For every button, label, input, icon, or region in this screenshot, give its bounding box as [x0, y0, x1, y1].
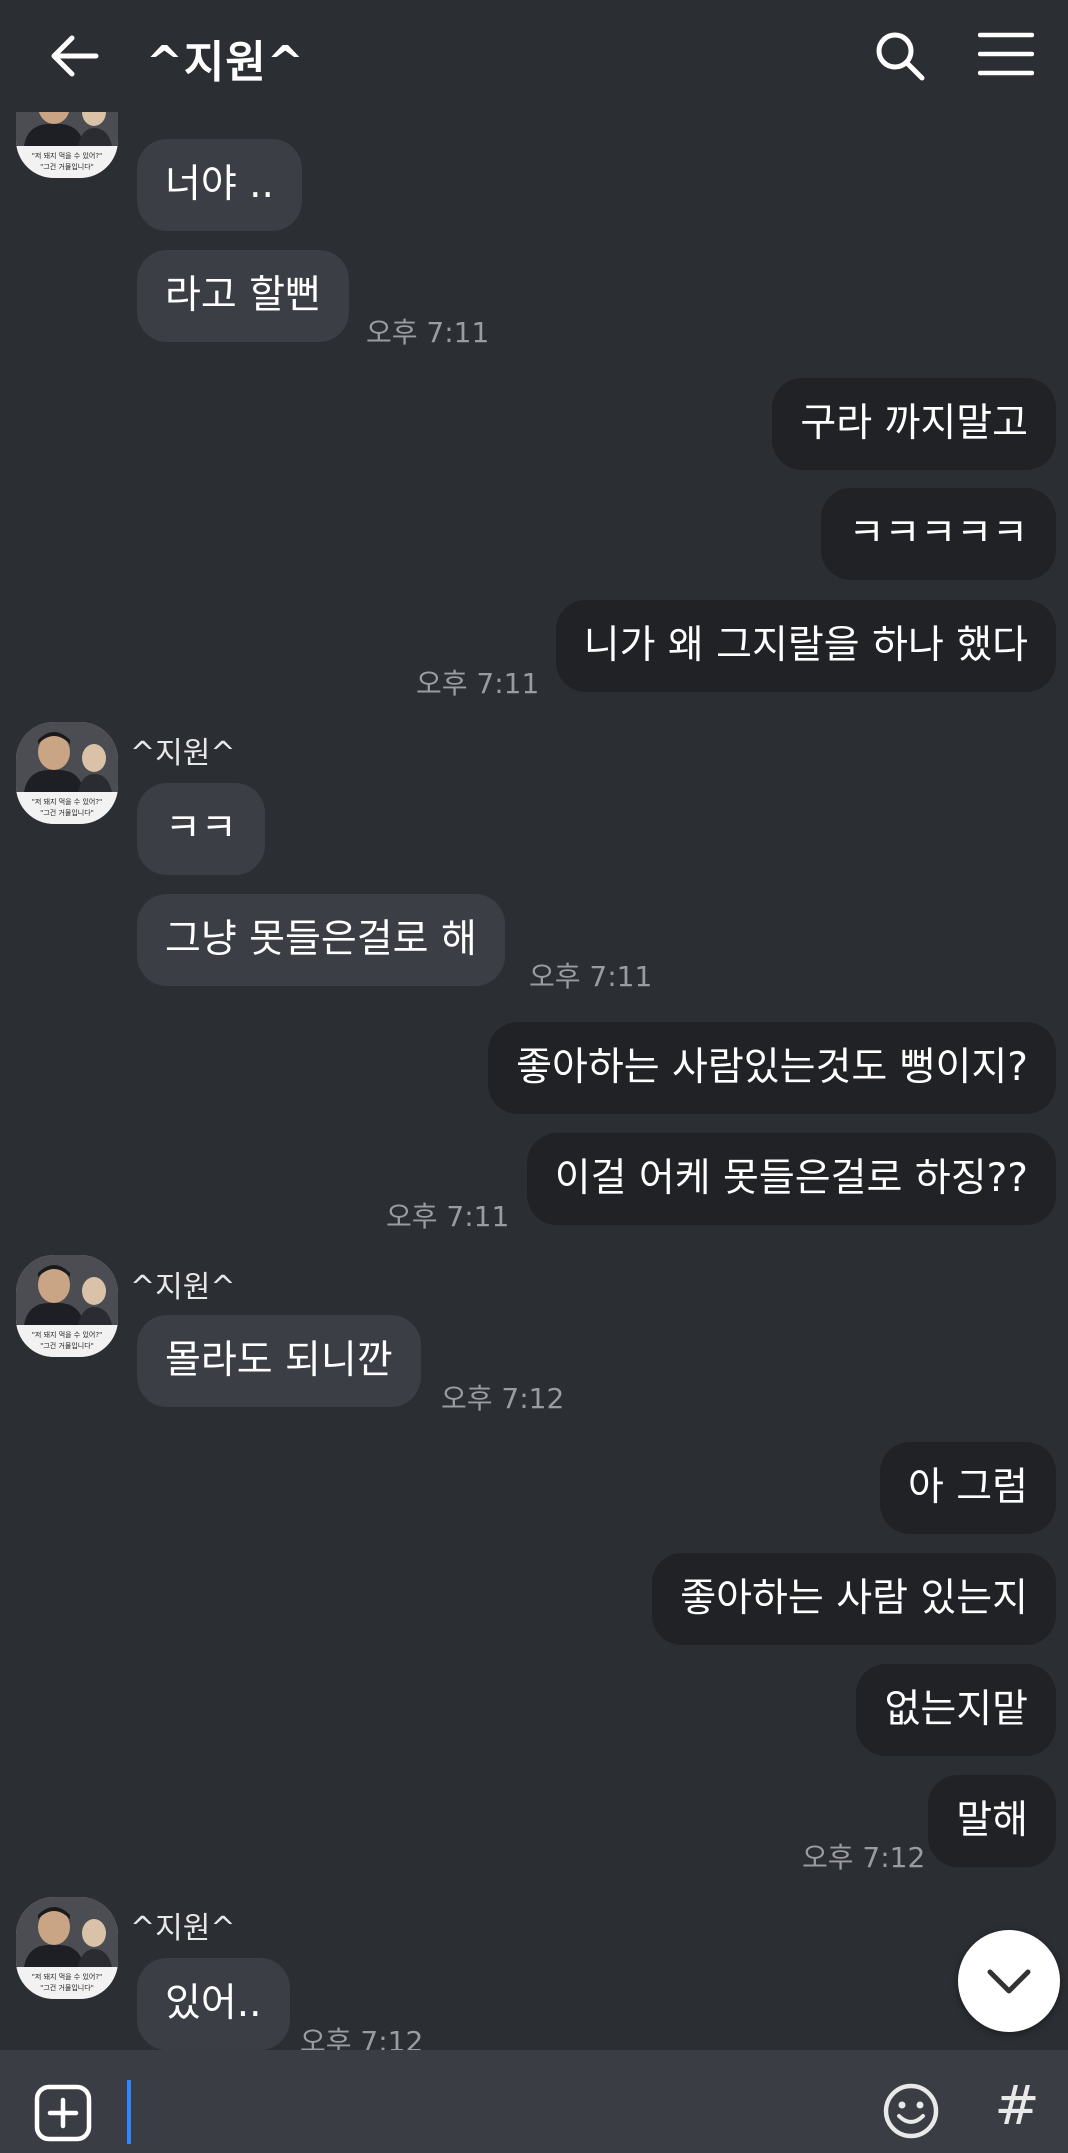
avatar-photo: "저 돼지 먹을 수 있어?" "그건 거물입니다": [16, 1255, 118, 1357]
message-time: 오후 7:12: [441, 1382, 565, 1415]
avatar-caption: "그건 거물입니다": [40, 1983, 94, 1992]
scroll-to-bottom-button[interactable]: [958, 1930, 1060, 2032]
avatar-caption: "저 돼지 먹을 수 있어?": [32, 797, 103, 806]
hashtag-icon[interactable]: #: [990, 2074, 1044, 2137]
outgoing-message[interactable]: 말해: [928, 1775, 1056, 1867]
message-time: 오후 7:11: [416, 667, 540, 700]
plus-square-icon[interactable]: [34, 2084, 92, 2142]
message-time: 오후 7:11: [529, 960, 653, 993]
avatar[interactable]: "저 돼지 먹을 수 있어?" "그건 거물입니다": [16, 1255, 118, 1357]
avatar-caption: "그건 거물입니다": [40, 162, 94, 171]
outgoing-message[interactable]: ㅋㅋㅋㅋㅋ: [820, 488, 1056, 580]
chevron-down-icon: [987, 1969, 1031, 1994]
avatar-photo: "저 돼지 먹을 수 있어?" "그건 거물입니다": [16, 1897, 118, 1999]
sender-name: ^지원^: [130, 1270, 236, 1305]
outgoing-message[interactable]: 없는지맡: [856, 1664, 1056, 1756]
outgoing-message[interactable]: 좋아하는 사람있는것도 뻥이지?: [488, 1022, 1056, 1114]
message-time: 오후 7:12: [802, 1841, 926, 1874]
outgoing-message[interactable]: 니가 왜 그지랄을 하나 했다: [555, 600, 1056, 692]
incoming-message[interactable]: 몰라도 되니깐: [137, 1315, 421, 1407]
hamburger-menu-icon[interactable]: [978, 32, 1034, 76]
avatar-caption: "저 돼지 먹을 수 있어?": [32, 151, 103, 160]
message-time: 오후 7:11: [366, 316, 490, 349]
avatar[interactable]: "저 돼지 먹을 수 있어?" "그건 거물입니다": [16, 1897, 118, 1999]
message-time: 오후 7:11: [386, 1200, 510, 1233]
arrow-left-icon[interactable]: [48, 30, 102, 82]
incoming-message[interactable]: 너야 ..: [137, 139, 302, 231]
sender-name: ^지원^: [130, 736, 236, 771]
sender-name: ^지원^: [130, 1911, 236, 1946]
avatar-caption: "그건 거물입니다": [40, 1341, 94, 1350]
outgoing-message[interactable]: 이걸 어케 못들은걸로 하징??: [526, 1133, 1056, 1225]
incoming-message[interactable]: ㅋㅋ: [137, 783, 265, 875]
incoming-message[interactable]: 라고 할뻔: [137, 250, 349, 342]
outgoing-message[interactable]: 좋아하는 사람 있는지: [652, 1553, 1056, 1645]
outgoing-message[interactable]: 구라 까지말고: [772, 378, 1056, 470]
search-icon[interactable]: [874, 30, 926, 82]
avatar-photo: "저 돼지 먹을 수 있어?" "그건 거물입니다": [16, 722, 118, 824]
emoji-icon[interactable]: [882, 2082, 940, 2140]
chat-title: ^지원^: [146, 37, 305, 88]
outgoing-message[interactable]: 아 그럼: [879, 1442, 1056, 1534]
incoming-message[interactable]: 그냥 못들은걸로 해: [137, 894, 505, 986]
avatar-caption: "저 돼지 먹을 수 있어?": [32, 1330, 103, 1339]
avatar-caption: "그건 거물입니다": [40, 808, 94, 817]
incoming-message[interactable]: 있어..: [137, 1958, 290, 2050]
avatar[interactable]: "저 돼지 먹을 수 있어?" "그건 거물입니다": [16, 722, 118, 824]
chat-header: ^지원^: [0, 0, 1068, 112]
avatar-caption: "저 돼지 먹을 수 있어?": [32, 1972, 103, 1981]
message-input-field[interactable]: [127, 2080, 131, 2144]
